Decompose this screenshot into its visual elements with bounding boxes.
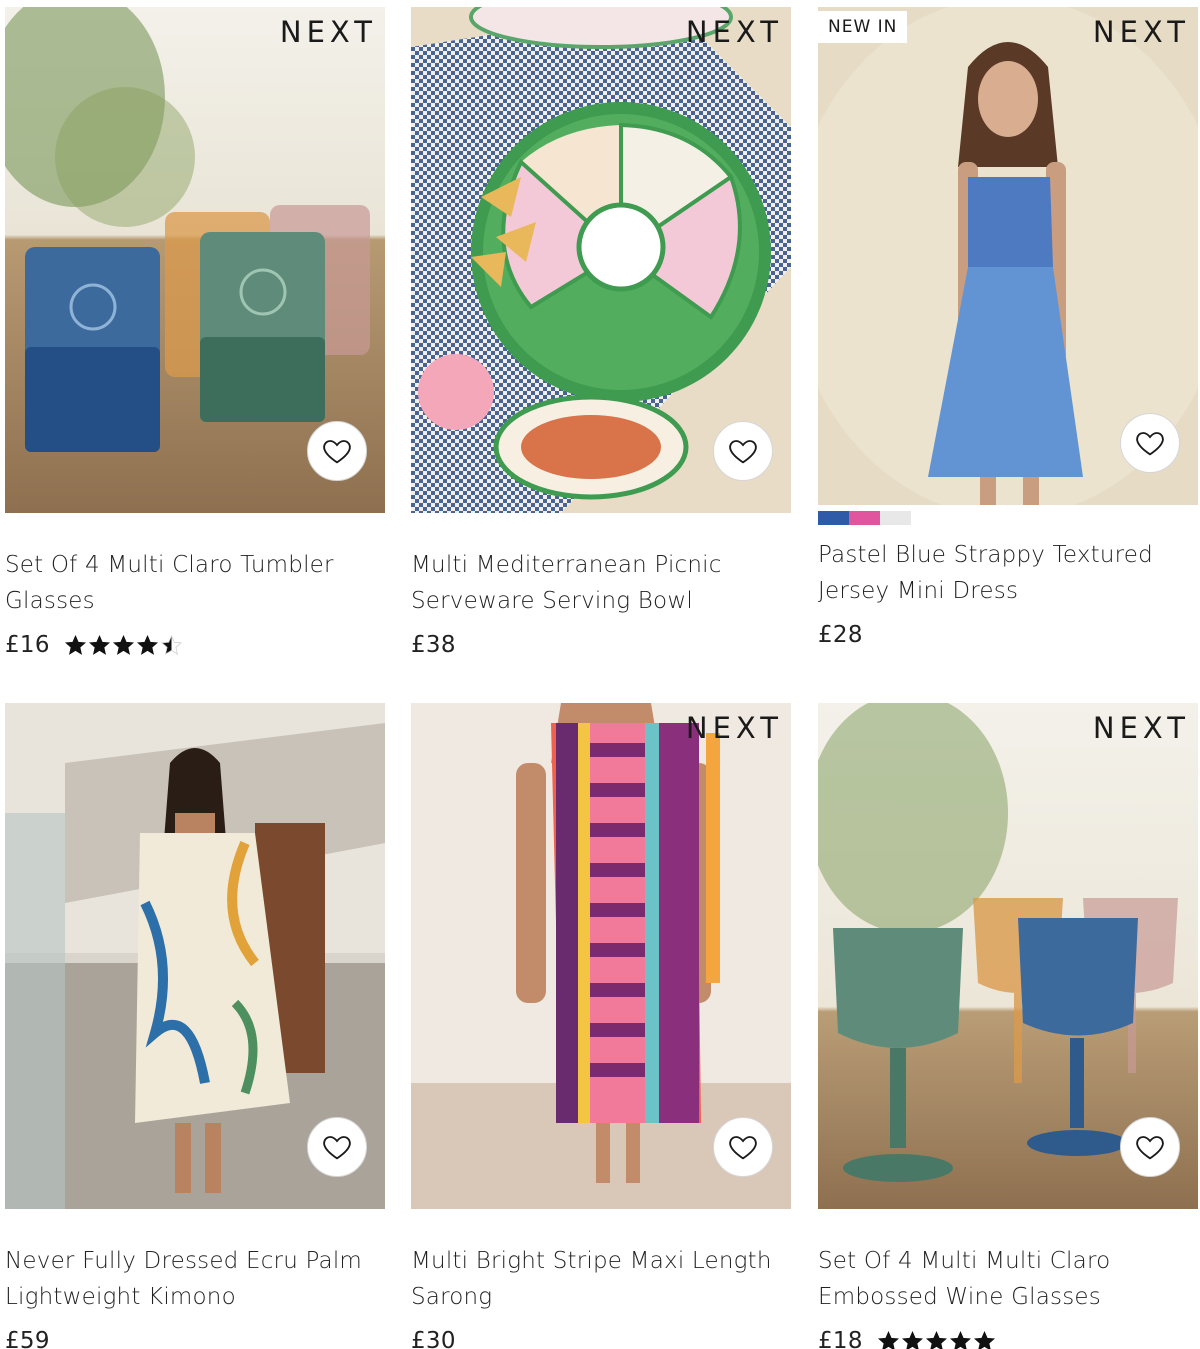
rating-stars [64,634,183,657]
brand-logo: NEXT [279,15,377,49]
product-price: £28 [818,622,863,648]
star-icon [949,1330,971,1349]
heart-outline-icon [323,1136,351,1160]
star-icon [925,1330,947,1349]
brand-logo: NEXT [1092,15,1190,49]
heart-outline-icon [323,440,351,464]
heart-outline-icon [1136,1136,1164,1160]
swatch-pink[interactable] [849,511,880,525]
brand-logo: NEXT [1092,711,1190,745]
product-image[interactable]: NEXT [411,703,791,1209]
product-title[interactable]: Pastel Blue Strappy Textured Jersey Mini… [818,537,1198,609]
product-title[interactable]: Set Of 4 Multi Multi Claro Embossed Wine… [818,1243,1198,1315]
rating-stars [877,1330,996,1349]
product-card[interactable]: NEXT Multi Bright Stripe Maxi Length Sar… [411,703,791,1349]
swatch-blue[interactable] [818,511,849,525]
product-card[interactable]: NEW IN NEXT Pastel Blue Strappy Textured… [818,7,1198,653]
product-card[interactable]: Never Fully Dressed Ecru Palm Lightweigh… [5,703,385,1349]
heart-outline-icon [1136,432,1164,456]
star-icon [112,634,134,655]
product-image[interactable]: NEXT [411,7,791,513]
favourite-button[interactable] [307,421,367,481]
star-icon [901,1330,923,1349]
product-image[interactable]: NEW IN NEXT [818,7,1198,505]
price-row: £16 [5,627,385,663]
price-row: £38 [411,627,791,663]
favourite-button[interactable] [1120,1117,1180,1177]
brand-logo: NEXT [685,711,783,745]
product-title[interactable]: Never Fully Dressed Ecru Palm Lightweigh… [5,1243,385,1315]
price-row: £30 [411,1323,791,1349]
product-price: £38 [411,632,456,658]
product-card[interactable]: NEXT Multi Mediterranean Picnic Servewar… [411,7,791,663]
star-icon [88,634,110,655]
heart-outline-icon [729,1136,757,1160]
product-price: £30 [411,1328,456,1349]
product-title[interactable]: Multi Bright Stripe Maxi Length Sarong [411,1243,791,1315]
price-row: £28 [818,617,1198,653]
colour-swatches [818,511,1198,525]
product-title[interactable]: Multi Mediterranean Picnic Serveware Ser… [411,547,791,619]
favourite-button[interactable] [713,1117,773,1177]
product-price: £59 [5,1328,50,1349]
product-card[interactable]: NEXT Set Of 4 Multi Claro Tumbler Glasse… [5,7,385,663]
product-image[interactable] [5,703,385,1209]
product-price: £16 [5,632,50,658]
star-icon [973,1330,995,1349]
swatch-white[interactable] [880,511,911,525]
brand-logo: NEXT [685,15,783,49]
star-icon [877,1330,899,1349]
favourite-button[interactable] [307,1117,367,1177]
product-card[interactable]: NEXT Set Of 4 Multi Multi Claro Embossed… [818,703,1198,1349]
product-grid: NEXT Set Of 4 Multi Claro Tumbler Glasse… [0,0,1200,1349]
product-image[interactable]: NEXT [5,7,385,513]
product-title[interactable]: Set Of 4 Multi Claro Tumbler Glasses [5,547,385,619]
star-icon [64,634,86,655]
favourite-button[interactable] [1120,413,1180,473]
price-row: £18 [818,1323,1198,1349]
star-icon [160,634,182,655]
product-price: £18 [818,1328,863,1349]
new-in-badge: NEW IN [818,11,908,43]
star-icon [136,634,158,655]
product-image[interactable]: NEXT [818,703,1198,1209]
heart-outline-icon [729,440,757,464]
price-row: £59 [5,1323,385,1349]
favourite-button[interactable] [713,421,773,481]
